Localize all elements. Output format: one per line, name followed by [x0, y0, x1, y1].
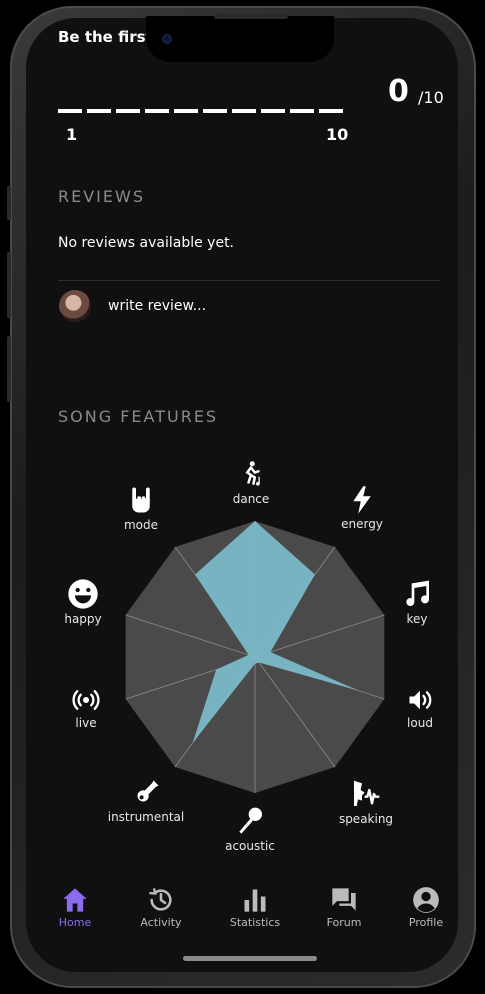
- tab-forum[interactable]: Forum: [309, 886, 379, 929]
- tab-statistics[interactable]: Statistics: [220, 886, 290, 929]
- music-note-icon: [406, 580, 430, 607]
- feature-label: key: [406, 612, 428, 626]
- feature-happy: happy: [33, 578, 133, 626]
- guitar-icon: [137, 780, 159, 802]
- bar-chart-icon: [244, 889, 266, 912]
- tab-profile[interactable]: Profile: [391, 886, 461, 929]
- bolt-icon: [353, 486, 371, 514]
- microphone-icon: [239, 807, 262, 834]
- feature-instrumental: instrumental: [96, 778, 196, 824]
- tab-home[interactable]: Home: [40, 886, 110, 929]
- profile-icon: [413, 887, 439, 913]
- chat-icon: [332, 888, 356, 911]
- feature-key: key: [367, 578, 467, 626]
- history-icon: [149, 888, 172, 911]
- feature-speaking: speaking: [316, 778, 416, 826]
- rock-hand-icon: [132, 487, 150, 513]
- feature-loud: loud: [370, 686, 470, 730]
- feature-acoustic: acoustic: [200, 805, 300, 853]
- feature-label: energy: [341, 517, 383, 531]
- feature-label: speaking: [338, 812, 394, 826]
- feature-label: live: [75, 716, 97, 730]
- feature-dance: dance: [201, 460, 301, 506]
- speaking-icon: [354, 780, 380, 806]
- dance-icon: [245, 461, 260, 486]
- feature-mode: mode: [91, 484, 191, 532]
- feature-label: loud: [407, 716, 433, 730]
- tab-label: Profile: [408, 916, 444, 929]
- home-indicator: [183, 956, 317, 961]
- bottom-tab-bar: Home Activity Statistics Forum Profile: [40, 886, 460, 936]
- speaker-icon: [409, 690, 432, 710]
- smile-icon: [68, 579, 98, 609]
- feature-label: acoustic: [225, 839, 275, 853]
- tab-label: Statistics: [229, 916, 281, 929]
- feature-label: mode: [123, 518, 159, 532]
- camera-icon: [162, 34, 172, 44]
- phone-notch: [146, 16, 334, 62]
- feature-label: happy: [64, 612, 102, 626]
- feature-label: instrumental: [107, 810, 185, 824]
- home-icon: [63, 888, 87, 912]
- feature-energy: energy: [312, 485, 412, 531]
- tab-activity[interactable]: Activity: [126, 886, 196, 929]
- broadcast-icon: [72, 690, 100, 710]
- feature-live: live: [36, 686, 136, 730]
- tab-label: Activity: [140, 916, 182, 929]
- tab-label: Home: [58, 916, 92, 929]
- feature-label: dance: [232, 492, 270, 506]
- phone-speaker: [214, 14, 288, 19]
- tab-label: Forum: [326, 916, 362, 929]
